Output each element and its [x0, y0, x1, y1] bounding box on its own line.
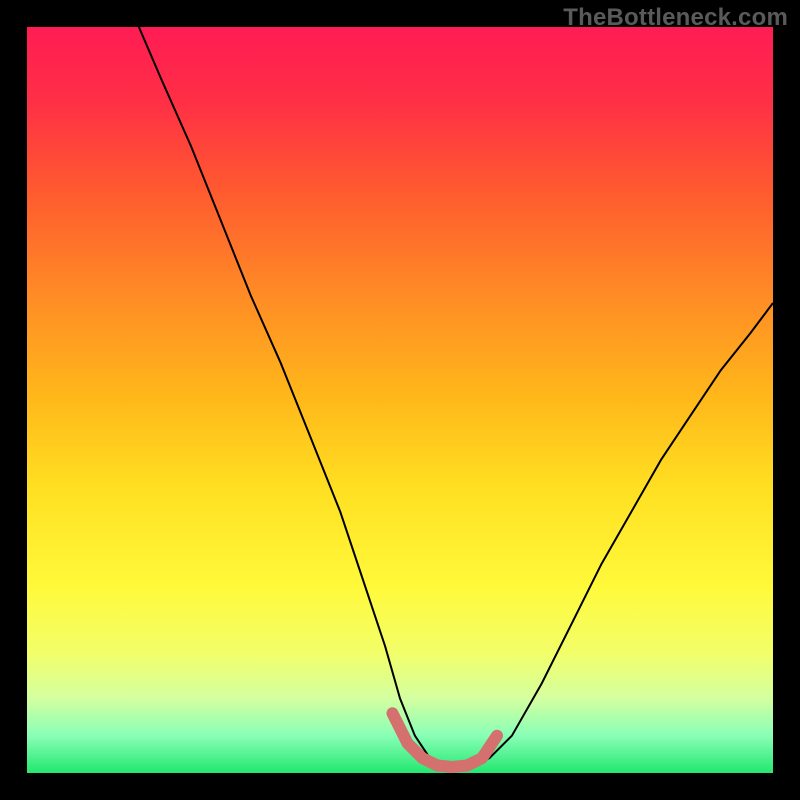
chart-frame: TheBottleneck.com [0, 0, 800, 800]
chart-svg [27, 27, 773, 773]
plot-area [27, 27, 773, 773]
gradient-background [27, 27, 773, 773]
watermark-text: TheBottleneck.com [563, 4, 788, 32]
